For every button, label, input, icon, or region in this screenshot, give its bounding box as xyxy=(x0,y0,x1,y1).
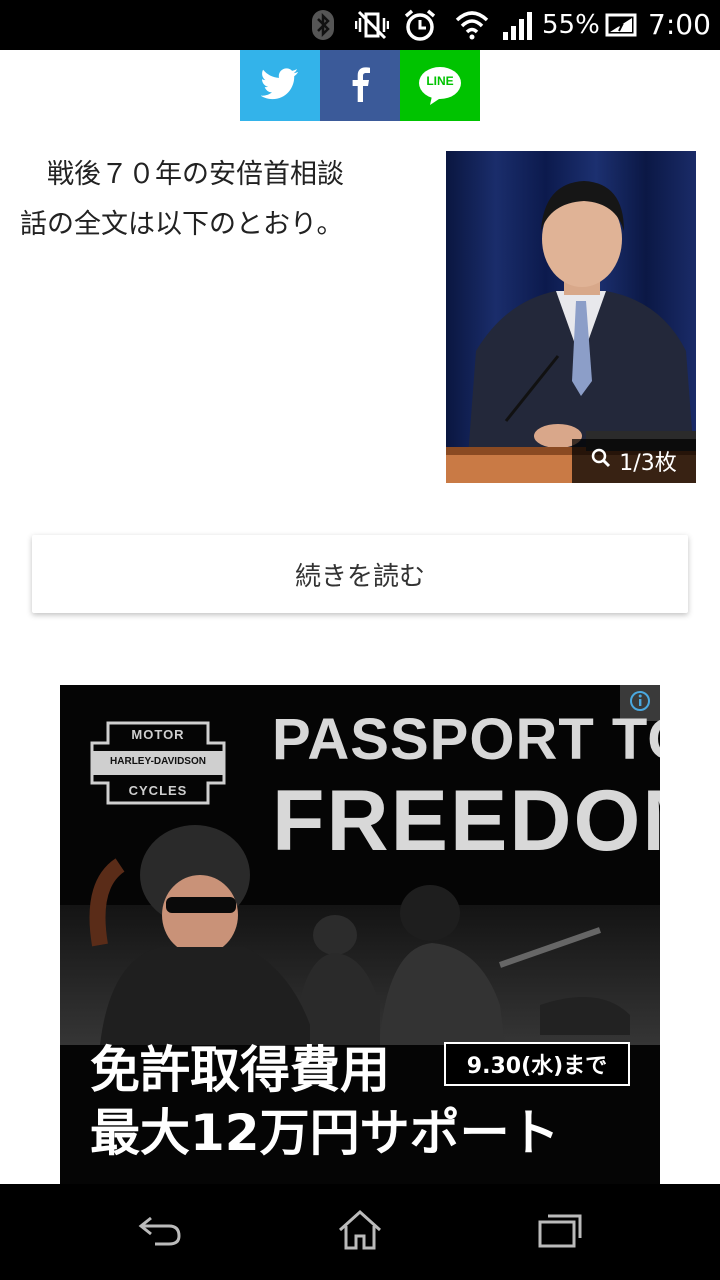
line-share-button[interactable]: LINE xyxy=(400,50,480,121)
recent-apps-button[interactable] xyxy=(530,1202,590,1262)
logo-brand-text: HARLEY-DAVIDSON xyxy=(110,756,206,767)
bluetooth-icon xyxy=(308,8,338,42)
ad-copy-line-1: 免許取得費用 xyxy=(90,1041,390,1099)
ad-headline-line-2: FREEDOM xyxy=(272,773,660,869)
home-icon xyxy=(336,1208,384,1256)
search-icon xyxy=(591,448,611,474)
ad-date-badge: 9.30(水)まで xyxy=(444,1042,630,1086)
line-icon: LINE xyxy=(418,66,462,106)
article-lead: 戦後７０年の安倍首相談 話の全文は以下のとおり。 xyxy=(20,150,400,250)
twitter-icon xyxy=(260,67,299,104)
home-button[interactable] xyxy=(330,1202,390,1262)
logo-cycles-text: CYCLES xyxy=(128,783,188,798)
advertisement-banner[interactable]: MOTOR HARLEY-DAVIDSON CYCLES PASSPORT TO… xyxy=(60,685,660,1185)
navigation-bar xyxy=(0,1184,720,1280)
ad-headline-line-1: PASSPORT TO xyxy=(272,707,660,772)
vibrate-off-icon xyxy=(354,8,390,42)
ad-copy-line-2: 最大12万円サポート xyxy=(90,1104,560,1162)
status-bar: 55% 7:00 xyxy=(0,0,720,50)
ad-headline: PASSPORT TO FREEDOM xyxy=(272,705,660,867)
battery-icon xyxy=(604,8,638,42)
speaker-photo-image xyxy=(446,151,696,483)
facebook-icon xyxy=(349,66,371,106)
facebook-share-button[interactable] xyxy=(320,50,400,121)
battery-percentage: 55% xyxy=(542,10,600,40)
photo-counter: 1/3枚 xyxy=(572,439,696,483)
read-more-label: 続きを読む xyxy=(294,561,425,592)
article-line-1: 戦後７０年の安倍首相談 xyxy=(20,159,344,190)
twitter-share-button[interactable] xyxy=(240,50,320,121)
alarm-icon xyxy=(402,8,438,42)
signal-icon xyxy=(500,8,534,42)
back-icon xyxy=(135,1210,185,1254)
photo-counter-text: 1/3枚 xyxy=(619,451,677,476)
harley-davidson-logo: MOTOR HARLEY-DAVIDSON CYCLES xyxy=(88,713,228,813)
clock: 7:00 xyxy=(648,8,711,41)
recents-icon xyxy=(536,1210,584,1254)
article-line-2: 話の全文は以下のとおり。 xyxy=(20,209,344,240)
article-photo[interactable]: 1/3枚 xyxy=(446,151,696,483)
line-label: LINE xyxy=(426,73,454,88)
back-button[interactable] xyxy=(130,1202,190,1262)
wifi-icon xyxy=(454,8,490,42)
read-more-button[interactable]: 続きを読む xyxy=(32,535,688,613)
logo-motor-text: MOTOR xyxy=(131,727,185,742)
